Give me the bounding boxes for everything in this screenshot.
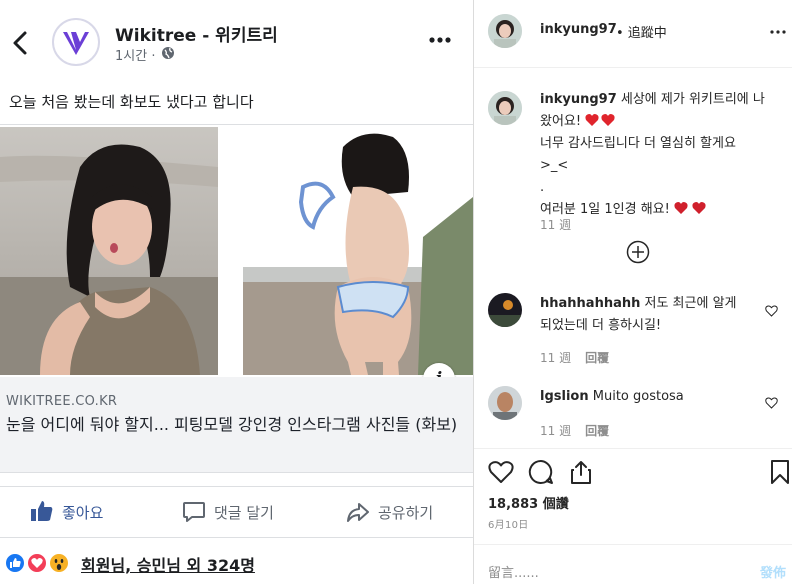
comment-meta: 11 週回覆 <box>540 422 609 439</box>
comment-like-icon[interactable] <box>765 305 778 317</box>
like-count[interactable]: 18,883 個讚 <box>488 493 569 512</box>
post-time[interactable]: 1시간 · <box>115 45 155 64</box>
comment-text: 저도 최근에 알게 <box>644 296 737 311</box>
profile-avatar[interactable] <box>488 14 522 48</box>
comment-time[interactable]: 11 週 <box>540 351 571 365</box>
more-options-icon[interactable] <box>428 36 452 44</box>
post-date[interactable]: 6月10日 <box>488 516 529 531</box>
instagram-panel: inkyung97 • 追蹤中 inkyung97 세상에 제가 위키트리에 나… <box>474 0 792 584</box>
page-name[interactable]: Wikitree - 위키트리 <box>115 21 278 46</box>
globe-icon <box>162 47 174 59</box>
share-label: 공유하기 <box>378 504 434 522</box>
caption: inkyung97 세상에 제가 위키트리에 나 왔어요! 너무 감사드립니다 … <box>540 89 780 221</box>
caption-time[interactable]: 11 週 <box>540 216 571 233</box>
comment-input[interactable]: 留言...... <box>488 562 539 581</box>
link-image[interactable] <box>0 124 473 377</box>
caption-line: 왔어요! <box>540 114 582 129</box>
ig-header: inkyung97 • 追蹤中 <box>474 0 792 68</box>
comment-bar: 留言...... 發佈 <box>474 544 792 585</box>
share-upload-icon[interactable] <box>569 459 593 485</box>
comment-1: hhahhahhahh 저도 최근에 알게 되었는데 더 흥하시길! <box>540 293 760 337</box>
page-avatar[interactable] <box>52 18 100 66</box>
wikitree-logo-icon <box>57 23 95 61</box>
back-arrow-icon[interactable] <box>10 30 32 56</box>
share-icon <box>347 503 369 522</box>
post-comment-button[interactable]: 發佈 <box>760 562 786 581</box>
like-heart-icon[interactable] <box>488 460 514 484</box>
love-reaction-icon <box>26 552 48 574</box>
comment-username[interactable]: lgslion <box>540 389 589 404</box>
post-text: 오늘 처음 봤는데 화보도 냈다고 합니다 <box>9 93 254 111</box>
photo-selfie <box>0 127 218 375</box>
heart-emoji-icon <box>674 202 706 214</box>
comment-like-icon[interactable] <box>765 397 778 409</box>
more-options-icon[interactable] <box>770 24 786 40</box>
commenter-avatar[interactable] <box>488 293 522 327</box>
comment-text: 되었는데 더 흥하시길! <box>540 318 662 333</box>
bookmark-icon[interactable] <box>770 459 790 485</box>
comment-label: 댓글 달기 <box>214 504 274 522</box>
commenter-avatar[interactable] <box>488 386 522 420</box>
like-reaction-icon <box>4 552 26 574</box>
comment-icon <box>183 502 205 522</box>
comment-time[interactable]: 11 週 <box>540 424 571 438</box>
comment-text: Muito gostosa <box>592 389 684 404</box>
facebook-post: Wikitree - 위키트리 1시간 · 오늘 처음 봤는데 화보도 냈다고 … <box>0 0 473 584</box>
wow-reaction-icon <box>48 552 70 574</box>
reaction-summary[interactable]: 회원님, 승민님 외 324명 <box>81 552 255 576</box>
photo-bikini <box>243 127 473 375</box>
heart-emoji-icon <box>585 114 615 126</box>
link-domain: WIKITREE.CO.KR <box>6 394 118 409</box>
load-more-comments-icon[interactable] <box>626 240 650 264</box>
reply-button[interactable]: 回覆 <box>585 424 609 438</box>
reply-button[interactable]: 回覆 <box>585 351 609 365</box>
like-label: 좋아요 <box>62 504 104 522</box>
link-preview[interactable]: WIKITREE.CO.KR 눈을 어디에 둬야 할지... 피팅모델 강인경 … <box>0 377 473 473</box>
thumbs-up-icon <box>31 501 53 521</box>
action-bar-divider <box>474 448 792 450</box>
comment-2: lgslion Muito gostosa <box>540 386 760 408</box>
caption-username[interactable]: inkyung97 <box>540 92 617 107</box>
action-bar: 좋아요 댓글 달기 공유하기 <box>0 486 473 538</box>
caption-line: 여러분 1일 1인경 해요! <box>540 202 670 217</box>
comment-bubble-icon[interactable] <box>528 459 554 485</box>
profile-username[interactable]: inkyung97 <box>540 22 617 37</box>
caption-line: 너무 감사드립니다 더 열심히 할게요 <box>540 136 736 151</box>
link-title[interactable]: 눈을 어디에 둬야 할지... 피팅모델 강인경 인스타그램 사진들 (화보) <box>6 414 466 435</box>
caption-line: 세상에 제가 위키트리에 나 <box>620 92 765 107</box>
caption-line: >_< <box>540 158 569 173</box>
comment-username[interactable]: hhahhahhahh <box>540 296 640 311</box>
caption-avatar[interactable] <box>488 91 522 125</box>
caption-line: . <box>540 180 545 195</box>
comment-meta: 11 週回覆 <box>540 349 609 366</box>
follow-status[interactable]: • 追蹤中 <box>616 22 667 41</box>
